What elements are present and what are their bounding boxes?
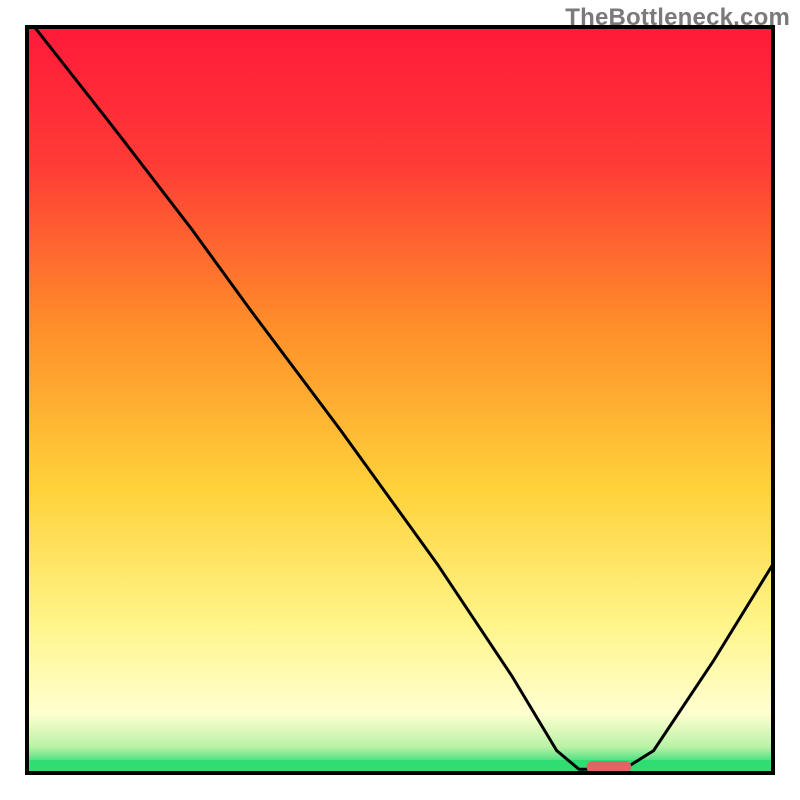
chart-frame: TheBottleneck.com (0, 0, 800, 800)
watermark-text: TheBottleneck.com (565, 4, 790, 32)
bottleneck-chart (0, 0, 800, 800)
gradient-background (27, 27, 773, 773)
plot-area (27, 27, 773, 773)
